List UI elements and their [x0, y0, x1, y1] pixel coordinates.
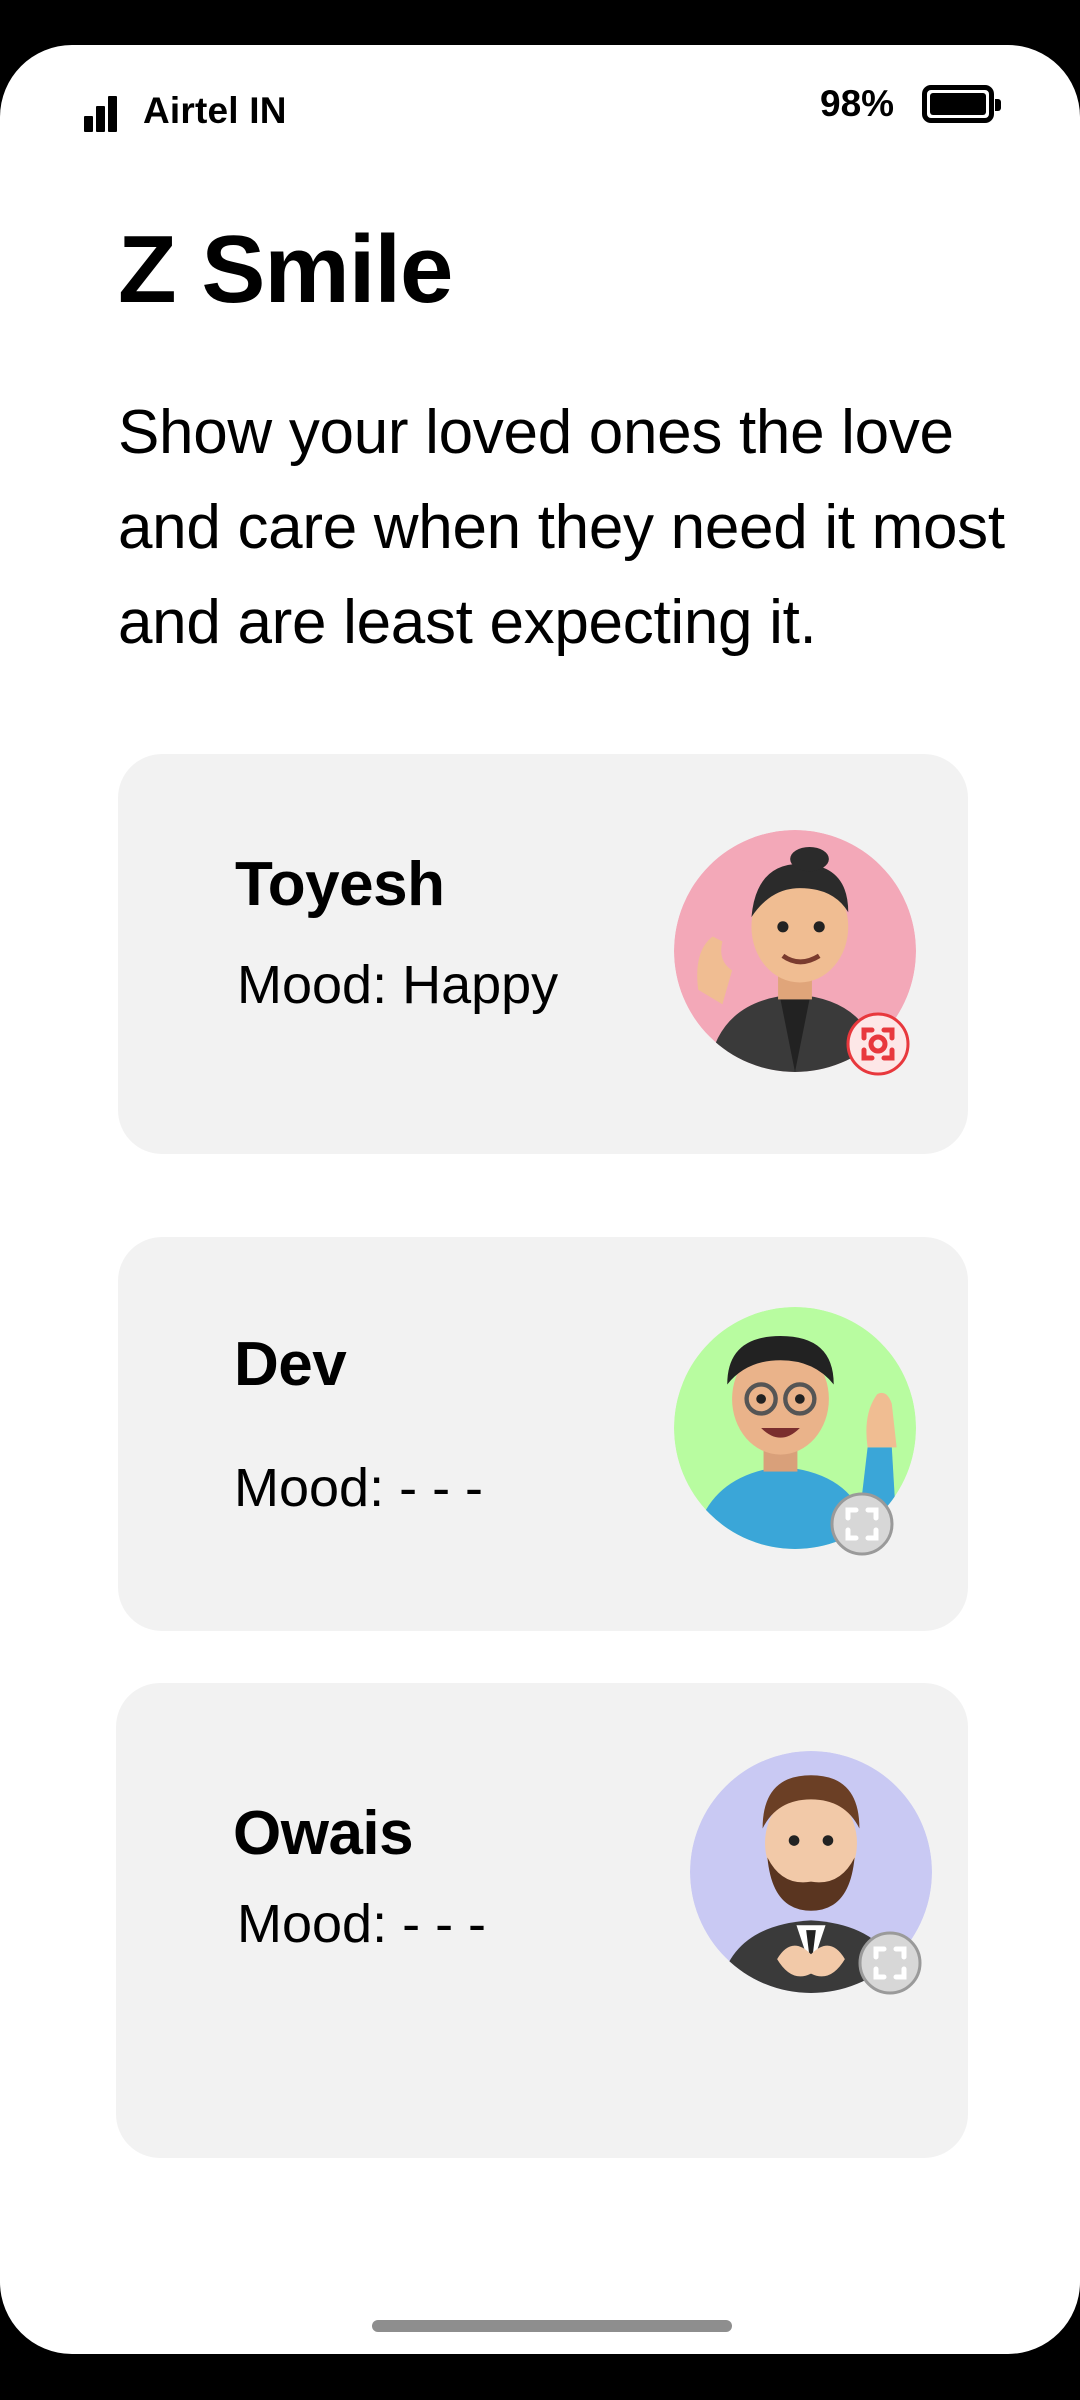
home-indicator[interactable] — [372, 2320, 732, 2332]
contact-mood: Mood: - - - — [234, 1458, 484, 1518]
battery-icon — [922, 85, 1001, 123]
scan-status-badge-active[interactable] — [846, 1012, 910, 1076]
contact-card-owais[interactable]: Owais Mood: - - - — [116, 1683, 968, 2158]
page-title: Z Smile — [118, 216, 453, 323]
contact-mood: Mood: - - - — [237, 1894, 487, 1954]
battery-percent: 98% — [820, 83, 895, 124]
signal-bars-icon — [84, 92, 124, 132]
contact-name: Owais — [233, 1799, 414, 1868]
page-description: Show your loved ones the love and care w… — [118, 398, 1005, 657]
focus-icon — [858, 1931, 922, 1995]
contact-mood: Mood: Happy — [237, 955, 559, 1015]
app-screen: Airtel IN 98% Z Smile Show your loved on… — [0, 45, 1080, 2354]
scan-status-badge-inactive[interactable] — [858, 1931, 922, 1995]
status-bar: Airtel IN 98% — [0, 45, 1080, 165]
contact-name: Toyesh — [235, 850, 445, 919]
carrier-name: Airtel IN — [143, 90, 287, 131]
focus-icon — [830, 1492, 894, 1556]
scan-status-badge-inactive[interactable] — [830, 1492, 894, 1556]
focus-icon — [846, 1012, 910, 1076]
contact-card-toyesh[interactable]: Toyesh Mood: Happy — [118, 754, 968, 1154]
contact-card-dev[interactable]: Dev Mood: - - - — [118, 1237, 968, 1631]
contact-name: Dev — [234, 1330, 347, 1399]
